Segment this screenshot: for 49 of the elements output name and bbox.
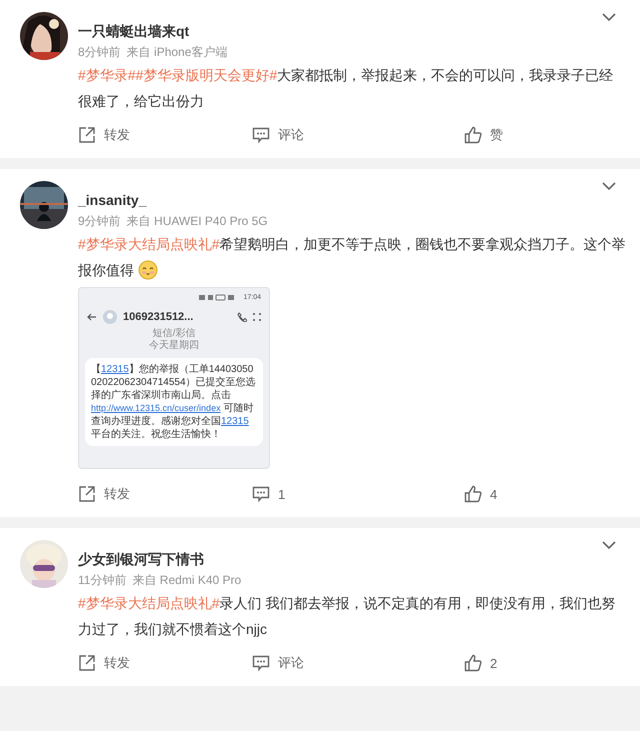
user-name[interactable]: 少女到银河写下情书 [78,549,204,569]
share-icon [78,485,96,503]
repost-button[interactable]: 转发 [78,654,240,672]
message-link[interactable]: http://www.12315.cn/cuser/index [91,403,221,413]
share-icon [78,654,96,672]
chevron-down-icon[interactable] [602,12,616,22]
topic-link[interactable]: #梦华录# [78,67,136,83]
thumbs-up-icon [464,485,482,503]
like-button[interactable]: 4 [414,485,626,503]
message-header: 短信/彩信 [152,328,196,340]
post-time: 9分钟前 [78,213,121,230]
comment-button[interactable]: 评论 [240,126,414,144]
post-time: 8分钟前 [78,44,121,61]
thumbs-up-icon [464,654,482,672]
repost-button[interactable]: 转发 [78,485,240,503]
post-text: #梦华录大结局点映礼#录人们 我们都去举报，说不定真的有用，即使没有用，我们也努力过了，我们就不惯着这个njjc [78,594,616,639]
like-button[interactable]: 2 [414,654,626,672]
message-bubble: 【12315】您的举报（工单1440305002022062304714554）已提交至您选择的广东省深圳市南山局。点击 http://www.12315.cn/cuser/index 可随时查询办理进度。感谢您对全国12315 平台的关注。祝您生活愉快！ [85,358,263,446]
user-name[interactable]: _insanity_ [78,190,146,210]
topic-link[interactable]: #梦华录版明天会更好# [136,67,278,83]
comment-button[interactable]: 评论 [240,654,414,672]
chevron-down-icon[interactable] [602,540,616,550]
post-text: #梦华录##梦华录版明天会更好#大家都抵制，举报起来，不会的可以问，我录录子已经很难了，给它出份力 [78,66,614,111]
emoji-icon [138,260,158,280]
message-link[interactable]: 12315 [101,364,129,375]
post-source: 来自 HUAWEI P40 Pro 5G [126,213,268,230]
topic-link[interactable]: #梦华录大结局点映礼# [78,236,220,252]
chevron-down-icon[interactable] [602,181,616,191]
post-source: 来自 Redmi K40 Pro [132,572,242,589]
comment-icon [252,654,270,672]
user-name[interactable]: 一只蜻蜓出墙来qt [78,21,190,41]
repost-button[interactable]: 转发 [78,126,240,144]
comment-icon [252,485,270,503]
message-link[interactable]: 12315 [221,416,249,427]
comment-icon [252,126,270,144]
share-icon [78,126,96,144]
contact-avatar-icon [103,310,117,324]
message-header: 今天星期四 [148,340,200,352]
back-icon[interactable] [87,312,97,322]
post-source: 来自 iPhone客户端 [126,44,228,61]
thumbs-up-icon [464,126,482,144]
contact-number: 1069231512... [123,311,194,323]
more-icon[interactable] [253,313,261,321]
comment-button[interactable]: 1 [240,485,414,503]
like-button[interactable]: 赞 [414,126,626,144]
topic-link[interactable]: #梦华录大结局点映礼# [78,595,220,611]
post-text: #梦华录大结局点映礼#希望鹅明白，加更不等于点映，圈钱也不要拿观众挡刀子。这个举报你值得 [78,235,626,282]
post-time: 11分钟前 [78,572,126,589]
phone-icon[interactable] [237,312,247,322]
